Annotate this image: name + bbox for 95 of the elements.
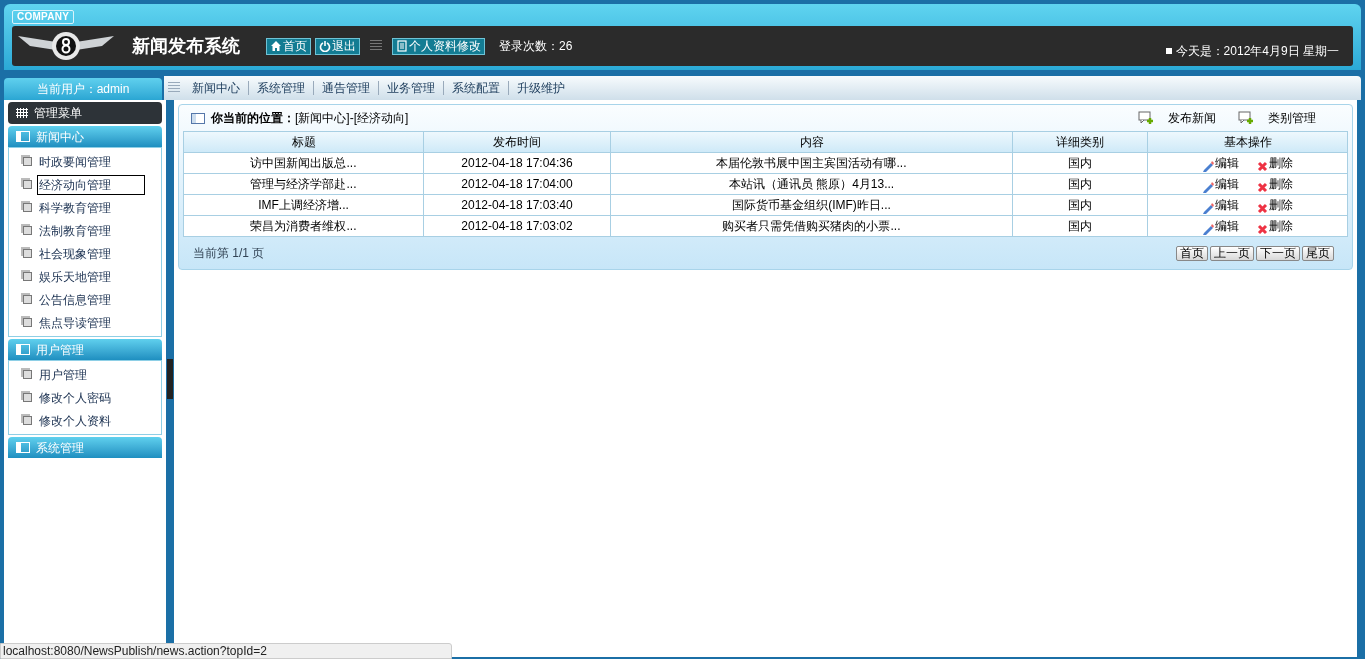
- pencil-icon: [1202, 181, 1214, 193]
- page-icon: [23, 157, 32, 166]
- table-cell: IMF上调经济增...: [183, 194, 424, 216]
- menu-title: 管理菜单: [34, 105, 82, 122]
- page-icon: [23, 249, 32, 258]
- page-icon: [23, 318, 32, 327]
- page-info: 当前第 1/1 页: [193, 245, 265, 262]
- page-icon: [23, 370, 32, 379]
- table-cell: 2012-04-18 17:04:36: [423, 152, 611, 174]
- table-cell: 2012-04-18 17:03:40: [423, 194, 611, 216]
- top-menu-link[interactable]: 系统配置: [444, 79, 508, 97]
- breadcrumb-text: 你当前的位置：[新闻中心]-[经济动向]: [211, 110, 409, 127]
- login-count: 登录次数：26: [499, 38, 573, 55]
- top-menu-link[interactable]: 通告管理: [314, 79, 378, 97]
- company-label: COMPANY: [12, 10, 75, 24]
- column-header: 内容: [610, 131, 1013, 153]
- table-cell: 国际货币基金组织(IMF)昨日...: [610, 194, 1013, 216]
- edit-link[interactable]: 编辑: [1202, 175, 1239, 193]
- table-cell: 国内: [1012, 215, 1148, 237]
- menu-item[interactable]: 修改个人密码: [38, 388, 112, 407]
- table-cell: 本届伦敦书展中国主宾国活动有哪...: [610, 152, 1013, 174]
- pencil-icon: [1202, 223, 1214, 235]
- page-icon: [23, 272, 32, 281]
- delete-link[interactable]: 删除: [1257, 217, 1293, 235]
- pager-button[interactable]: 下一页: [1256, 245, 1300, 261]
- top-menu-link[interactable]: 新闻中心: [184, 79, 248, 97]
- document-icon: [396, 40, 408, 52]
- collapse-handle[interactable]: [167, 358, 173, 399]
- date-text: 今天是：2012年4月9日 星期一: [1175, 43, 1339, 60]
- column-header: 基本操作: [1147, 131, 1348, 153]
- menu-item[interactable]: 公告信息管理: [38, 290, 112, 309]
- top-menu-link[interactable]: 系统管理: [249, 79, 313, 97]
- panel-icon: [191, 112, 205, 124]
- menu-item[interactable]: 时政要闻管理: [38, 152, 112, 171]
- page-icon: [23, 416, 32, 425]
- home-icon: [270, 40, 282, 52]
- table-cell: 国内: [1012, 194, 1148, 216]
- page-icon: [23, 203, 32, 212]
- panel-icon: [16, 442, 30, 453]
- power-icon: [319, 40, 331, 52]
- add-comment-icon: [1138, 111, 1154, 125]
- table-cell: 本站讯（通讯员 熊原）4月13...: [610, 173, 1013, 195]
- menu-item[interactable]: 用户管理: [38, 365, 88, 384]
- delete-link[interactable]: 删除: [1257, 196, 1293, 214]
- cross-icon: [1257, 203, 1268, 214]
- add-action-link[interactable]: 发布新闻: [1138, 109, 1216, 127]
- add-comment-icon: [1238, 111, 1254, 125]
- table-cell: 国内: [1012, 173, 1148, 195]
- menu-item[interactable]: 修改个人资料: [38, 411, 112, 430]
- page-icon: [23, 295, 32, 304]
- pager-button[interactable]: 上一页: [1210, 245, 1254, 261]
- pencil-icon: [1202, 160, 1214, 172]
- table-cell: 购买者只需凭借购买猪肉的小票...: [610, 215, 1013, 237]
- top-menu-link[interactable]: 业务管理: [379, 79, 443, 97]
- column-header: 发布时间: [423, 131, 611, 153]
- column-header: 详细类别: [1012, 131, 1148, 153]
- page-icon: [23, 226, 32, 235]
- table-cell: 管理与经济学部赴...: [183, 173, 424, 195]
- menu-item[interactable]: 经济动向管理: [38, 175, 144, 194]
- cross-icon: [1257, 161, 1268, 172]
- page-icon: [23, 180, 32, 189]
- table-cell: 2012-04-18 17:03:02: [423, 215, 611, 237]
- delete-link[interactable]: 删除: [1257, 175, 1293, 193]
- doc-button[interactable]: 个人资料修改: [392, 37, 485, 55]
- menu-item[interactable]: 法制教育管理: [38, 221, 112, 240]
- current-user-label: 当前用户：admin: [4, 78, 162, 100]
- pager-button[interactable]: 尾页: [1302, 245, 1334, 261]
- cross-icon: [1257, 182, 1268, 193]
- table-cell: 2012-04-18 17:04:00: [423, 173, 611, 195]
- menu-item[interactable]: 科学教育管理: [38, 198, 112, 217]
- table-cell: 访中国新闻出版总...: [183, 152, 424, 174]
- status-bar-url: localhost:8080/NewsPublish/news.action?topId=2: [0, 643, 452, 659]
- edit-link[interactable]: 编辑: [1202, 217, 1239, 235]
- top-menu-link[interactable]: 升级维护: [509, 79, 573, 97]
- menu-item[interactable]: 娱乐天地管理: [38, 267, 112, 286]
- page-icon: [23, 393, 32, 402]
- pencil-icon: [1202, 202, 1214, 214]
- table-cell: 国内: [1012, 152, 1148, 174]
- add-action-link[interactable]: 类别管理: [1238, 109, 1316, 127]
- column-header: 标题: [183, 131, 424, 153]
- panel-icon: [16, 344, 30, 355]
- grid-dots-icon: [16, 108, 28, 118]
- menu-item[interactable]: 社会现象管理: [38, 244, 112, 263]
- edit-link[interactable]: 编辑: [1202, 196, 1239, 214]
- home-button[interactable]: 首页: [266, 37, 311, 55]
- square-bullet-icon: [1165, 48, 1172, 54]
- panel-icon: [16, 131, 30, 142]
- power-button[interactable]: 退出: [315, 37, 360, 55]
- app-title: 新闻发布系统: [132, 34, 240, 58]
- menu-item[interactable]: 焦点导读管理: [38, 313, 112, 332]
- delete-link[interactable]: 删除: [1257, 154, 1293, 172]
- pager-button[interactable]: 首页: [1176, 245, 1208, 261]
- edit-link[interactable]: 编辑: [1202, 154, 1239, 172]
- table-cell: 荣昌为消费者维权...: [183, 215, 424, 237]
- cross-icon: [1257, 224, 1268, 235]
